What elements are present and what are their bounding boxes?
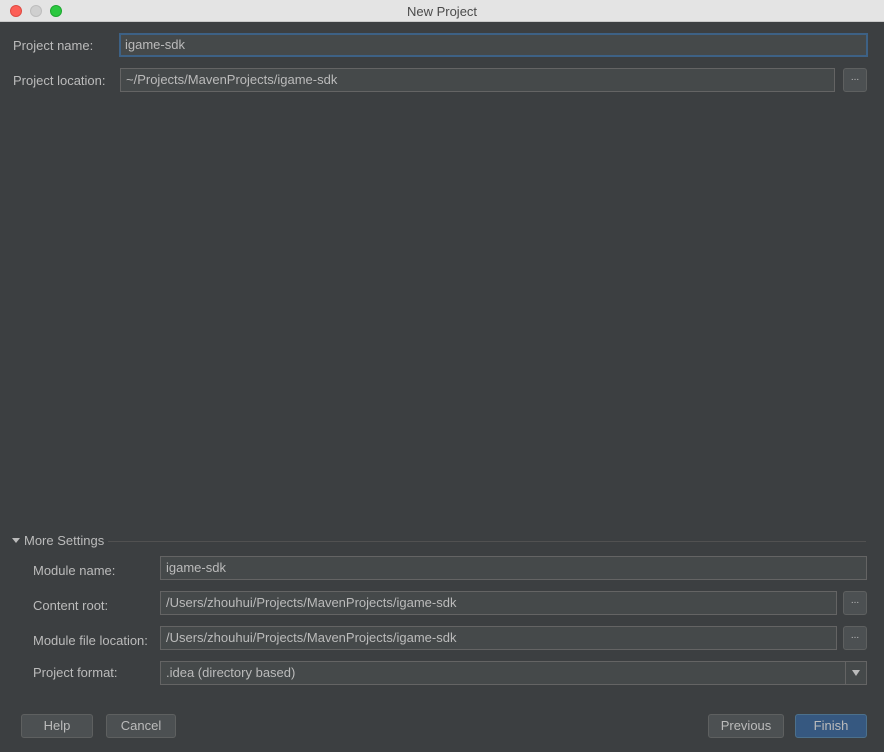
- module-name-input[interactable]: igame-sdk: [160, 556, 867, 580]
- content-root-label: Content root:: [33, 598, 109, 613]
- project-location-browse-button[interactable]: ...: [843, 68, 867, 92]
- project-name-input[interactable]: igame-sdk: [119, 33, 868, 57]
- more-settings-toggle[interactable]: More Settings: [12, 533, 104, 549]
- cancel-button[interactable]: Cancel: [106, 714, 176, 738]
- more-settings-separator: [108, 541, 866, 542]
- ellipsis-icon: ...: [850, 630, 860, 641]
- new-project-dialog: New Project Project name: igame-sdk Proj…: [0, 0, 884, 752]
- content-root-input[interactable]: /Users/zhouhui/Projects/MavenProjects/ig…: [160, 591, 837, 615]
- project-format-label: Project format:: [33, 665, 118, 680]
- project-location-label: Project location:: [13, 73, 106, 88]
- module-file-location-browse-button[interactable]: ...: [843, 626, 867, 650]
- project-format-select[interactable]: .idea (directory based): [160, 661, 867, 685]
- ellipsis-icon: ...: [850, 595, 860, 606]
- title-bar: New Project: [0, 0, 884, 22]
- more-settings-title: More Settings: [24, 533, 105, 548]
- project-format-value: .idea (directory based): [166, 665, 296, 680]
- content-root-browse-button[interactable]: ...: [843, 591, 867, 615]
- project-name-label: Project name:: [13, 38, 94, 53]
- triangle-down-icon: [12, 538, 20, 544]
- window-title: New Project: [406, 4, 478, 19]
- module-file-location-label: Module file location:: [33, 633, 148, 648]
- previous-button[interactable]: Previous: [708, 714, 784, 738]
- module-file-location-input[interactable]: /Users/zhouhui/Projects/MavenProjects/ig…: [160, 626, 837, 650]
- ellipsis-icon: ...: [850, 72, 860, 83]
- module-name-label: Module name:: [33, 563, 116, 578]
- finish-button[interactable]: Finish: [795, 714, 867, 738]
- chevron-down-icon[interactable]: [845, 662, 866, 684]
- project-location-input[interactable]: ~/Projects/MavenProjects/igame-sdk: [120, 68, 835, 92]
- help-button[interactable]: Help: [21, 714, 93, 738]
